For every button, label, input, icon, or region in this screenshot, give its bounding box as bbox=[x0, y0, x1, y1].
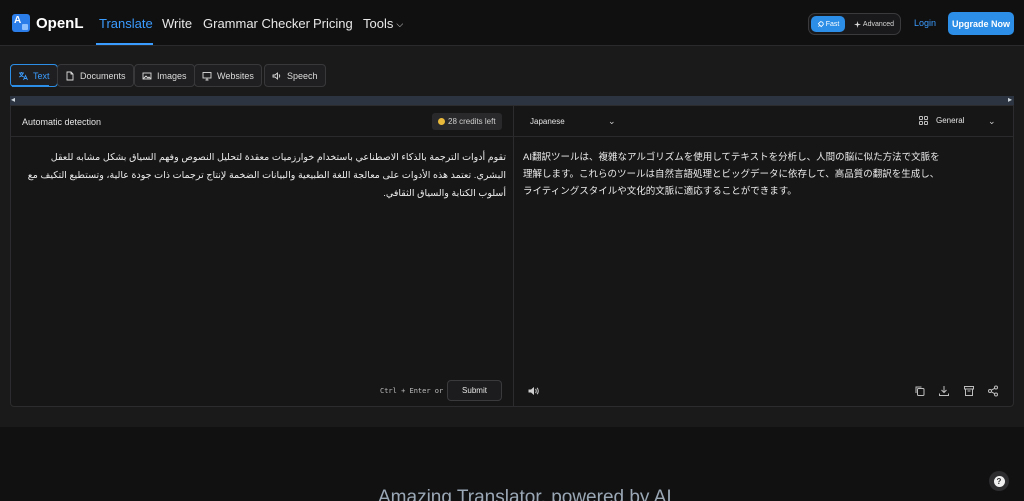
document-icon bbox=[66, 71, 74, 80]
mode-toggle: Fast Advanced bbox=[808, 13, 901, 35]
nav-tools[interactable]: Tools ⌵ bbox=[363, 16, 403, 31]
share-icon[interactable] bbox=[987, 385, 999, 397]
target-language-selector[interactable]: Japanese bbox=[530, 117, 565, 126]
chevron-down-icon[interactable]: ⌄ bbox=[988, 116, 996, 127]
nav-grammar-checker[interactable]: Grammar Checker bbox=[203, 16, 310, 31]
mode-advanced-label: Advanced bbox=[862, 20, 895, 28]
copy-icon[interactable] bbox=[914, 385, 926, 397]
scroll-right-icon[interactable]: ▸ bbox=[1008, 95, 1012, 104]
tab-speech[interactable]: Speech bbox=[264, 64, 326, 87]
tab-websites[interactable]: Websites bbox=[194, 64, 262, 87]
translate-icon bbox=[18, 71, 28, 80]
tab-websites-label: Websites bbox=[217, 70, 254, 81]
nav-translate[interactable]: Translate bbox=[99, 16, 153, 31]
panel-divider bbox=[513, 106, 514, 406]
submit-shortcut-hint: Ctrl + Enter or bbox=[380, 387, 444, 395]
monitor-icon bbox=[202, 71, 212, 80]
top-navigation: OpenL Translate Write Grammar Checker Pr… bbox=[0, 0, 1024, 46]
panel-header-divider bbox=[11, 136, 1013, 137]
image-icon bbox=[142, 72, 152, 79]
brand-name: OpenL bbox=[36, 14, 84, 32]
tab-images-label: Images bbox=[157, 70, 187, 81]
credits-text: 28 credits left bbox=[448, 117, 496, 126]
submit-button[interactable]: Submit bbox=[447, 380, 502, 401]
tab-documents-label: Documents bbox=[80, 70, 126, 81]
tab-images[interactable]: Images bbox=[134, 64, 195, 87]
chevron-down-icon[interactable]: ⌄ bbox=[608, 116, 616, 127]
nav-active-indicator bbox=[96, 43, 153, 45]
help-icon: ? bbox=[993, 475, 1005, 487]
chevron-down-icon: ⌵ bbox=[396, 19, 404, 29]
translator-panel: Automatic detection 28 credits left Japa… bbox=[10, 105, 1014, 407]
sparkle-icon bbox=[853, 20, 861, 28]
logo[interactable]: OpenL bbox=[12, 14, 84, 32]
section-headline: Amazing Translator, powered by AI bbox=[378, 487, 672, 501]
openl-logo-icon bbox=[12, 14, 30, 32]
grid-icon bbox=[919, 116, 928, 125]
style-selector[interactable]: General bbox=[919, 116, 964, 125]
rocket-icon bbox=[817, 20, 824, 27]
mode-fast-button[interactable]: Fast bbox=[811, 16, 845, 32]
nav-write[interactable]: Write bbox=[162, 16, 192, 31]
tab-text-label: Text bbox=[33, 70, 50, 81]
credits-badge: 28 credits left bbox=[432, 113, 502, 130]
coin-icon bbox=[438, 118, 445, 125]
mode-fast-label: Fast bbox=[825, 20, 840, 28]
style-label: General bbox=[936, 116, 965, 125]
tab-documents[interactable]: Documents bbox=[57, 64, 134, 87]
upgrade-button[interactable]: Upgrade Now bbox=[948, 12, 1014, 35]
speaker-icon bbox=[272, 71, 281, 80]
tab-active-indicator bbox=[12, 85, 49, 87]
scroll-left-icon[interactable]: ◂ bbox=[11, 95, 15, 104]
source-language-selector[interactable]: Automatic detection bbox=[22, 117, 101, 127]
nav-tools-label: Tools bbox=[363, 16, 394, 31]
source-text-input[interactable]: تقوم أدوات الترجمة بالذكاء الاصطناعي باس… bbox=[21, 149, 506, 203]
help-button[interactable]: ? bbox=[989, 471, 1009, 491]
nav-pricing[interactable]: Pricing bbox=[313, 16, 353, 31]
speaker-icon[interactable] bbox=[527, 385, 540, 397]
login-link[interactable]: Login bbox=[914, 18, 936, 28]
translated-text-output: AI翻訳ツールは、複雑なアルゴリズムを使用してテキストを分析し、人間の脳に似た方… bbox=[523, 152, 940, 197]
horizontal-scrollbar[interactable]: ◂ ▸ bbox=[10, 95, 1014, 105]
mode-advanced-button[interactable]: Advanced bbox=[849, 16, 899, 32]
tab-text[interactable]: Text bbox=[10, 64, 58, 87]
download-icon[interactable] bbox=[938, 385, 950, 397]
tab-speech-label: Speech bbox=[287, 70, 318, 81]
save-icon[interactable] bbox=[963, 385, 975, 397]
